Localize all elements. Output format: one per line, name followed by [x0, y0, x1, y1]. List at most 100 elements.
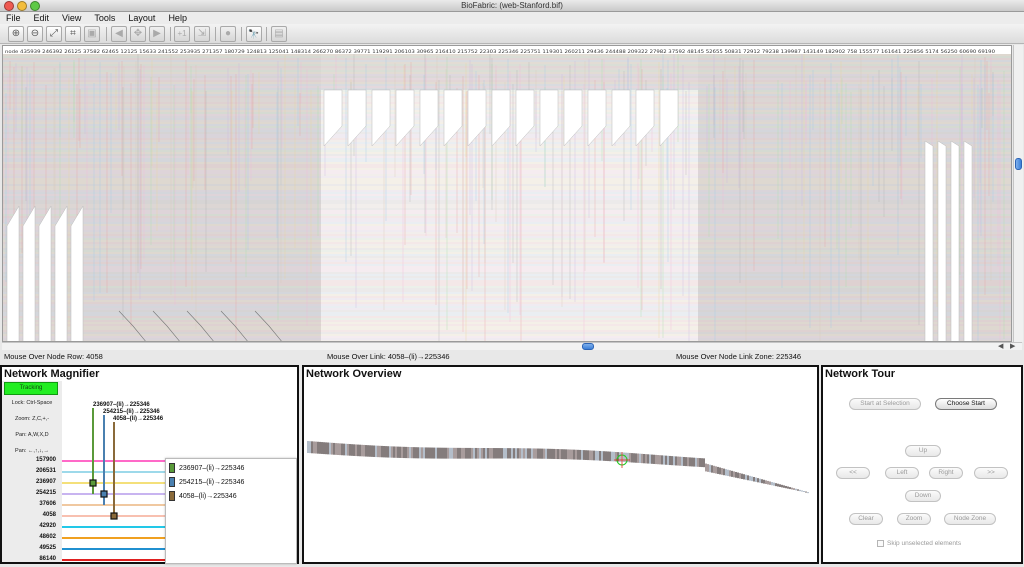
row-label: 206531: [35, 468, 56, 474]
skip-unselected-option[interactable]: Skip unselected elements: [877, 540, 961, 547]
search-binoculars-icon[interactable]: 🔭: [246, 26, 262, 42]
zoom-in-icon[interactable]: ⊕: [8, 26, 24, 42]
row-label: 254215: [35, 490, 56, 496]
tour-clear-button[interactable]: Clear: [849, 513, 883, 525]
start-at-selection-button[interactable]: Start at Selection: [849, 398, 921, 410]
link-wedge: [937, 140, 947, 341]
legend-item: 254215–(li)→225346: [169, 477, 244, 487]
menu-view[interactable]: View: [62, 13, 81, 23]
link-label: 4058–(li)→225346: [113, 416, 164, 422]
hint-pan-keys: Pan: A,W,X,D: [15, 432, 49, 438]
row-label: 86140: [39, 556, 56, 562]
magnifier-link-endpoint: [89, 479, 97, 487]
network-magnifier-panel[interactable]: Network Magnifier Tracking Lock: Ctrl-Sp…: [0, 365, 299, 564]
tour-down-button[interactable]: Down: [905, 490, 941, 502]
row-label: 42920: [39, 523, 56, 529]
propagate-selection-icon[interactable]: ⇲: [194, 26, 210, 42]
menu-tools[interactable]: Tools: [94, 13, 115, 23]
forward-icon[interactable]: ▶: [149, 26, 165, 42]
clear-selection-icon[interactable]: ●: [220, 26, 236, 42]
link-wedge: [950, 140, 960, 341]
row-label: 4058: [42, 512, 56, 518]
menu-bar: File Edit View Tools Layout Help: [0, 12, 1024, 24]
fabric-drawing: node 435939 246392 26125 37582 62465 121…: [3, 49, 1011, 341]
overview-fabric: [307, 441, 809, 494]
link-wedge: [22, 205, 36, 341]
link-wedge: [6, 205, 20, 341]
legend-swatch: [169, 491, 175, 501]
legend-label: 236907–(li)→225346: [179, 464, 245, 472]
legend-label: 4058–(li)→225346: [179, 492, 237, 500]
network-tour-panel: Network Tour Start at Selection Choose S…: [821, 365, 1023, 564]
magnifier-links: [89, 408, 118, 520]
choose-start-button[interactable]: Choose Start: [935, 398, 997, 410]
tour-last-button[interactable]: >>: [974, 467, 1008, 479]
toolbar: ⊕ ⊖ ⤢ ⌗ ▣ ◀ ✥ ▶ +1 ⇲ ● 🔭 ▤: [0, 24, 1024, 44]
vertical-scroll-thumb[interactable]: [1015, 158, 1022, 170]
zoom-out-icon[interactable]: ⊖: [27, 26, 43, 42]
tour-title: Network Tour: [825, 368, 896, 380]
vertical-scrollbar[interactable]: [1013, 45, 1023, 342]
tour-zoom-button[interactable]: Zoom: [897, 513, 931, 525]
tour-up-button[interactable]: Up: [905, 445, 941, 457]
legend-swatch: [169, 477, 175, 487]
zoom-to-model-icon[interactable]: ⤢: [46, 26, 62, 42]
skip-unselected-checkbox[interactable]: [877, 540, 884, 547]
link-wedge: [38, 205, 52, 341]
status-link: Mouse Over Link: 4058–(li)→225346: [327, 352, 450, 361]
legend-item: 236907–(li)→225346: [169, 463, 244, 473]
app-window: BioFabric: (web-Stanford.bif) File Edit …: [0, 0, 1024, 567]
overview-drawing: [307, 441, 809, 494]
magnifier-controls: Tracking Lock: Ctrl-Space Zoom: Z,C,+,- …: [2, 381, 62, 562]
back-icon[interactable]: ◀: [111, 26, 127, 42]
horizontal-scrollbar[interactable]: ◀ ▶: [2, 342, 1022, 350]
status-link-zone: Mouse Over Node Link Zone: 225346: [676, 352, 802, 361]
scroll-right-icon[interactable]: ▶: [1010, 342, 1015, 350]
link-wedge: [924, 140, 934, 341]
legend-swatch: [169, 463, 175, 473]
fabric-canvas[interactable]: node 435939 246392 26125 37582 62465 121…: [2, 45, 1012, 342]
zoom-to-rect-icon[interactable]: ⌗: [65, 26, 81, 42]
row-label: 48602: [39, 534, 56, 540]
link-legend-popup: 236907–(li)→225346 254215–(li)→225346 40…: [165, 458, 297, 564]
hint-lock: Lock: Ctrl-Space: [11, 400, 53, 406]
toolbar-separator: [266, 27, 267, 41]
tour-left-button[interactable]: Left: [885, 467, 919, 479]
network-overview-panel[interactable]: Network Overview: [302, 365, 819, 564]
link-label: 236907–(li)→225346: [93, 402, 150, 408]
link-wedge: [70, 205, 84, 341]
tracking-indicator[interactable]: Tracking: [4, 382, 58, 395]
hint-zoom: Zoom: Z,C,+,-: [14, 416, 50, 422]
magnifier-link-endpoint: [100, 490, 108, 498]
menu-help[interactable]: Help: [168, 13, 187, 23]
toolbar-separator: [106, 27, 107, 41]
toolbar-separator: [215, 27, 216, 41]
row-label: 157900: [35, 457, 56, 463]
legend-item: 4058–(li)→225346: [169, 491, 237, 501]
tour-right-button[interactable]: Right: [929, 467, 963, 479]
link-label: 254215–(li)→225346: [103, 409, 160, 415]
menu-layout[interactable]: Layout: [128, 13, 155, 23]
link-wedge: [54, 205, 68, 341]
tour-node-zone-button[interactable]: Node Zone: [944, 513, 996, 525]
toolbar-separator: [241, 27, 242, 41]
row-label: 37606: [39, 501, 56, 507]
legend-label: 254215–(li)→225346: [179, 478, 245, 486]
magnifier-link-endpoint: [110, 512, 118, 520]
link-wedge: [963, 140, 973, 341]
add-first-neighbors-icon[interactable]: +1: [174, 26, 190, 42]
network-view-icon[interactable]: ▤: [271, 26, 287, 42]
menu-file[interactable]: File: [6, 13, 21, 23]
magnifier-title: Network Magnifier: [4, 368, 100, 380]
toolbar-separator: [170, 27, 171, 41]
center-icon[interactable]: ✥: [130, 26, 146, 42]
skip-unselected-label: Skip unselected elements: [887, 540, 962, 547]
row-label: 49525: [39, 545, 56, 551]
menu-edit[interactable]: Edit: [34, 13, 50, 23]
tour-first-button[interactable]: <<: [836, 467, 870, 479]
fabric-shade-block: [321, 54, 698, 90]
scroll-left-icon[interactable]: ◀: [998, 342, 1003, 350]
hint-pan-arrows: Pan: ←,↑,↓,→: [15, 448, 49, 454]
zoom-to-selection-icon[interactable]: ▣: [84, 26, 100, 42]
horizontal-scroll-thumb[interactable]: [582, 343, 594, 350]
